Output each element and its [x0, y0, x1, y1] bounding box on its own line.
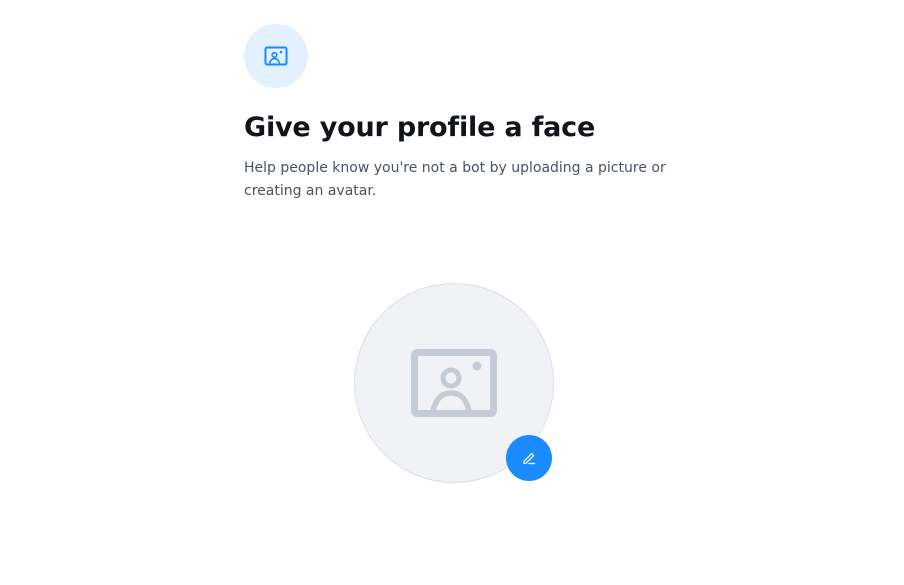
- avatar-upload: [354, 283, 554, 483]
- pencil-icon: [521, 450, 537, 466]
- page-title: Give your profile a face: [244, 112, 596, 143]
- page-subtitle: Help people know you're not a bot by upl…: [244, 160, 666, 199]
- header-badge: [244, 24, 308, 88]
- image-placeholder-icon: [411, 349, 497, 417]
- profile-picture-page: Give your profile a face Help people kno…: [0, 0, 904, 585]
- edit-avatar-button[interactable]: [506, 435, 552, 481]
- profile-picture-icon: [264, 46, 288, 66]
